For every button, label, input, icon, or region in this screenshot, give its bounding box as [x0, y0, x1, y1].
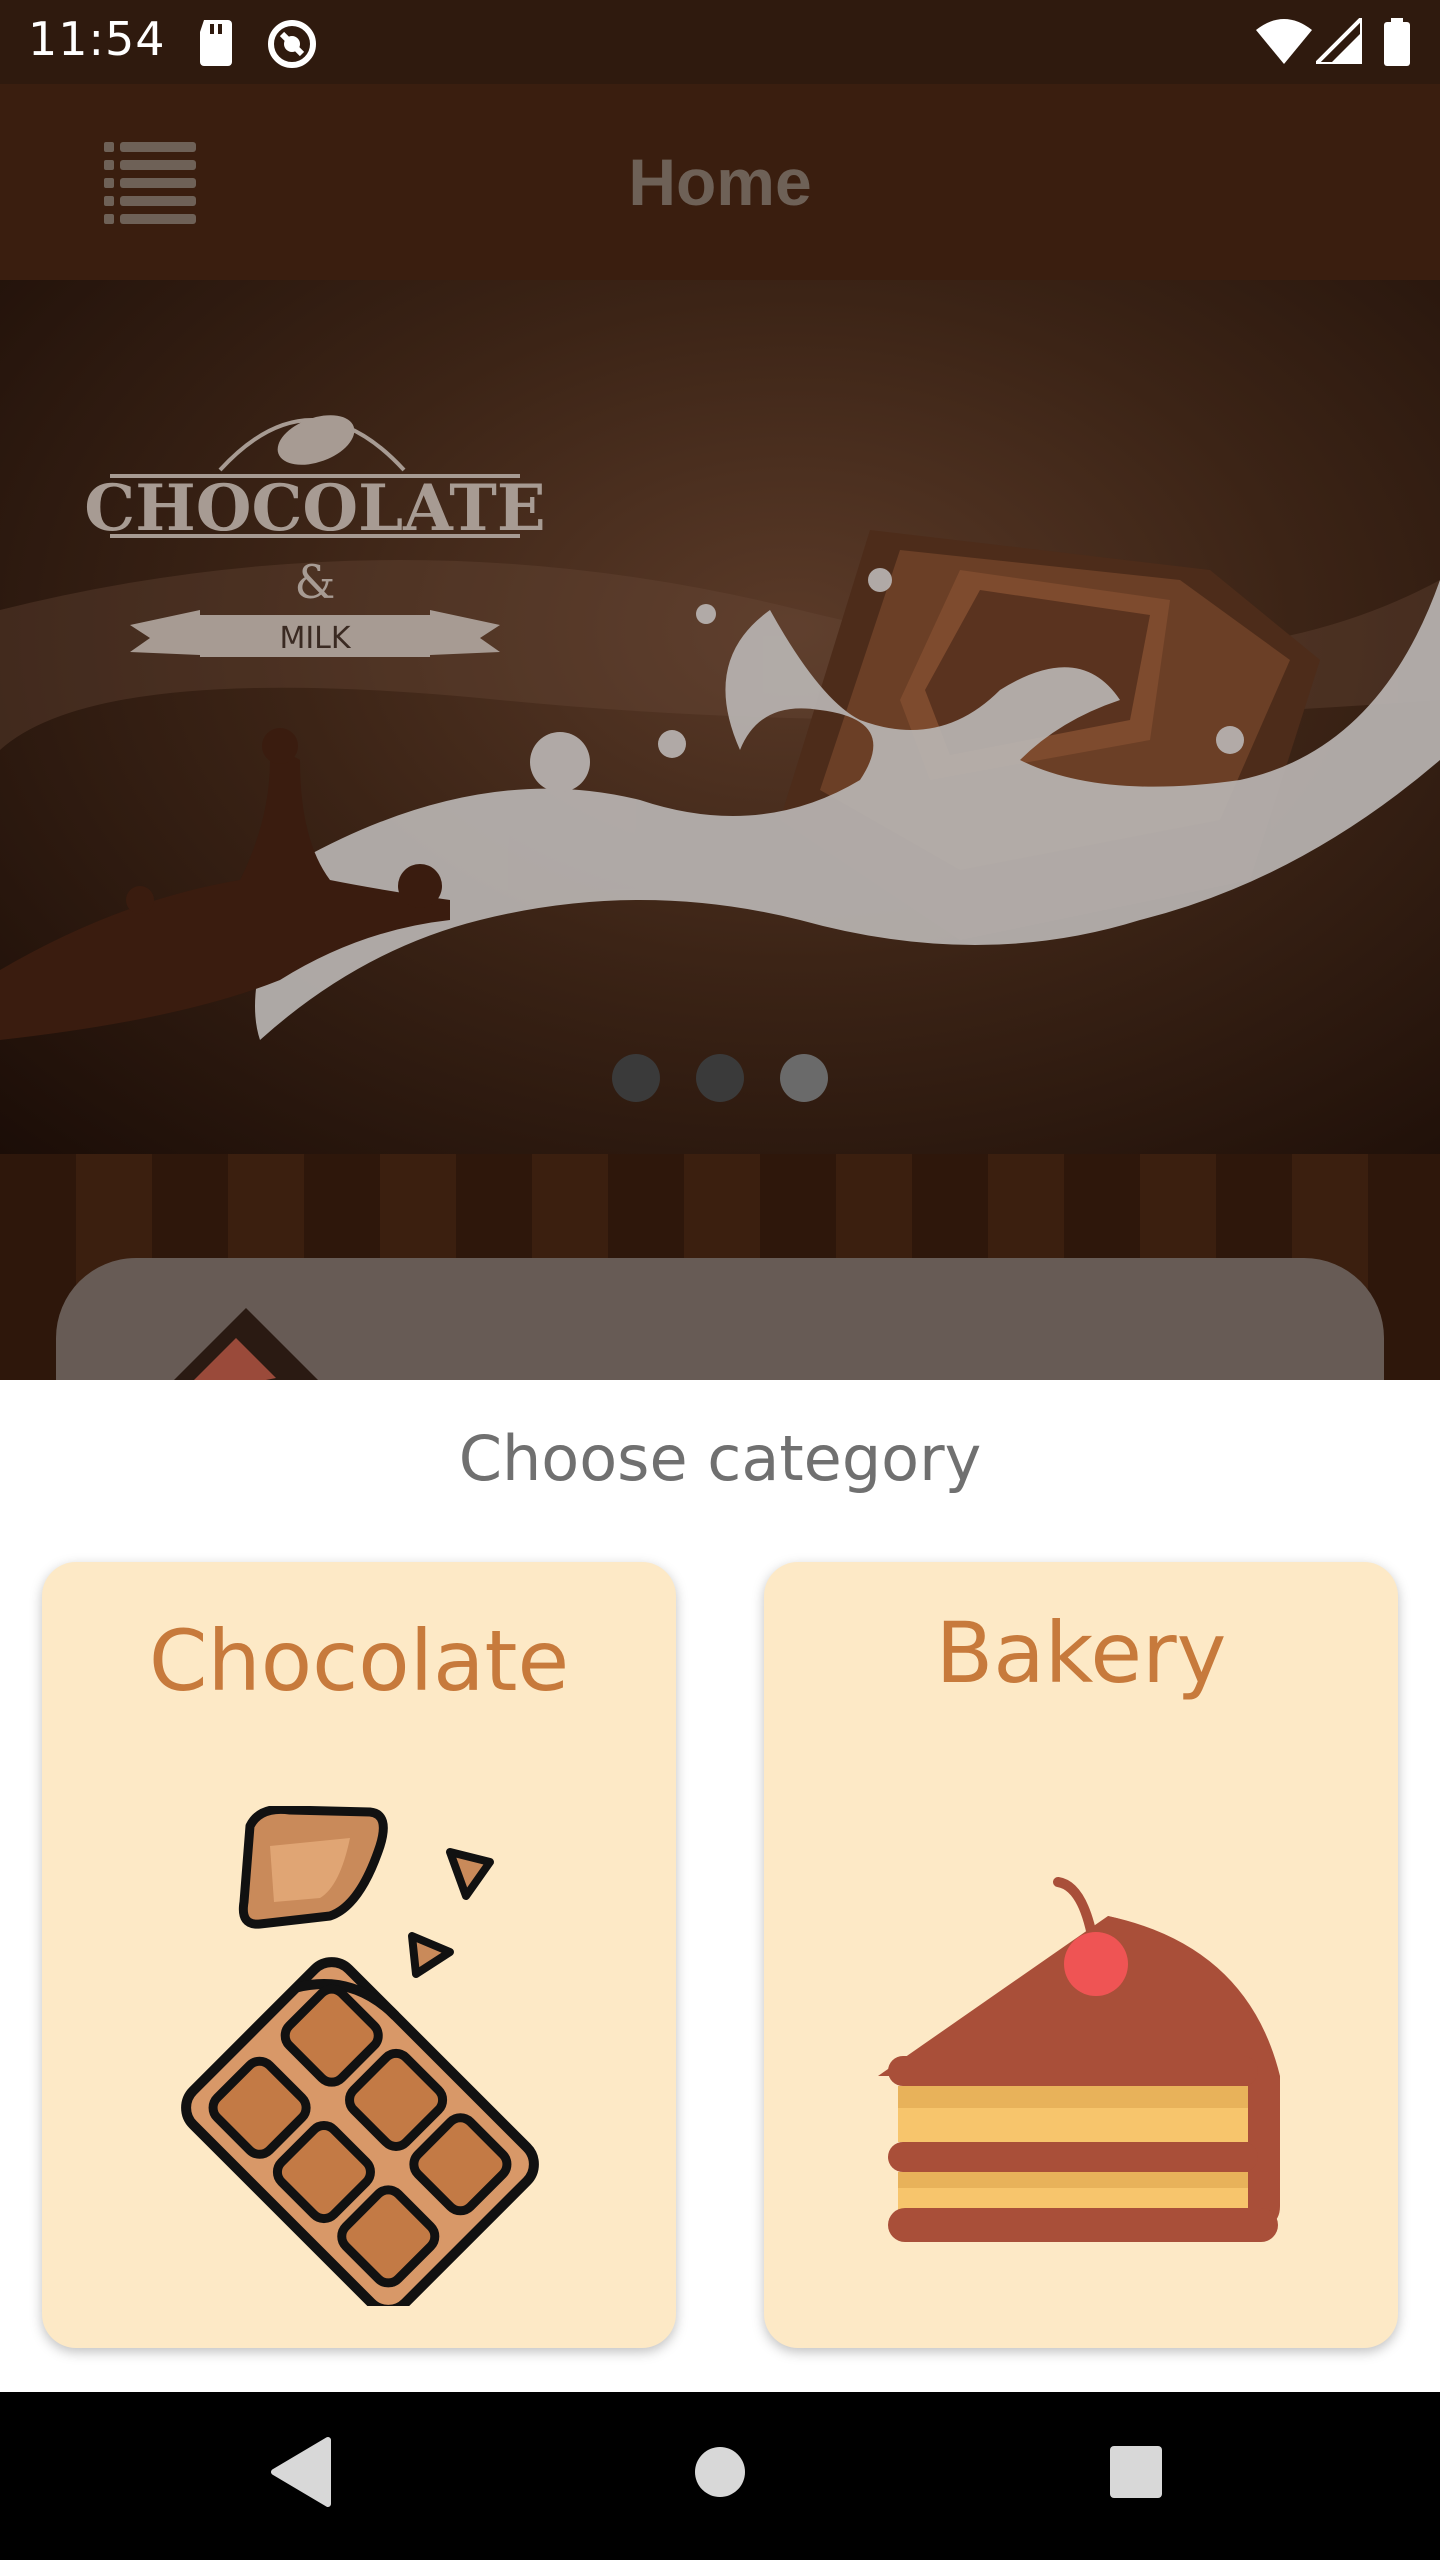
- status-bar: 11:54: [0, 0, 1440, 84]
- home-icon[interactable]: [694, 2436, 746, 2508]
- logo-ribbon-text: MILK: [279, 621, 351, 656]
- category-label-chocolate: Chocolate: [148, 1612, 570, 1710]
- logo-title: CHOCOLATE: [84, 471, 545, 546]
- sd-card-icon: [200, 20, 232, 66]
- category-card-bakery[interactable]: Bakery: [764, 1562, 1398, 2348]
- cake-slice-icon: [878, 1877, 1280, 2242]
- promo-banner[interactable]: CHOCOLATE & MILK: [0, 280, 1440, 1154]
- page-title: Home: [628, 145, 812, 219]
- carousel-dot-3[interactable]: [780, 1054, 828, 1102]
- banner-illustration: CHOCOLATE & MILK: [0, 415, 1440, 1040]
- battery-icon: [1384, 18, 1410, 66]
- category-card-chocolate[interactable]: Chocolate: [42, 1562, 676, 2348]
- app-bar: Home: [0, 84, 1440, 280]
- wifi-icon: [1256, 19, 1312, 64]
- category-label-bakery: Bakery: [935, 1604, 1227, 1702]
- category-bottom-sheet: Choose category Chocolate Bakery: [0, 1380, 1440, 2392]
- sheet-title: Choose category: [458, 1422, 982, 1495]
- status-time: 11:54: [28, 12, 166, 66]
- chocolate-bar-icon: [181, 1806, 539, 2306]
- carousel-dot-2[interactable]: [696, 1054, 744, 1102]
- signal-icon: [1316, 18, 1362, 64]
- sync-icon: [268, 20, 316, 68]
- carousel-indicator: [0, 1054, 1440, 1102]
- recents-icon[interactable]: [1108, 2436, 1164, 2508]
- carousel-dot-1[interactable]: [612, 1054, 660, 1102]
- system-nav-bar: [0, 2392, 1440, 2560]
- back-icon[interactable]: [270, 2436, 332, 2508]
- logo-ampersand: &: [295, 555, 336, 609]
